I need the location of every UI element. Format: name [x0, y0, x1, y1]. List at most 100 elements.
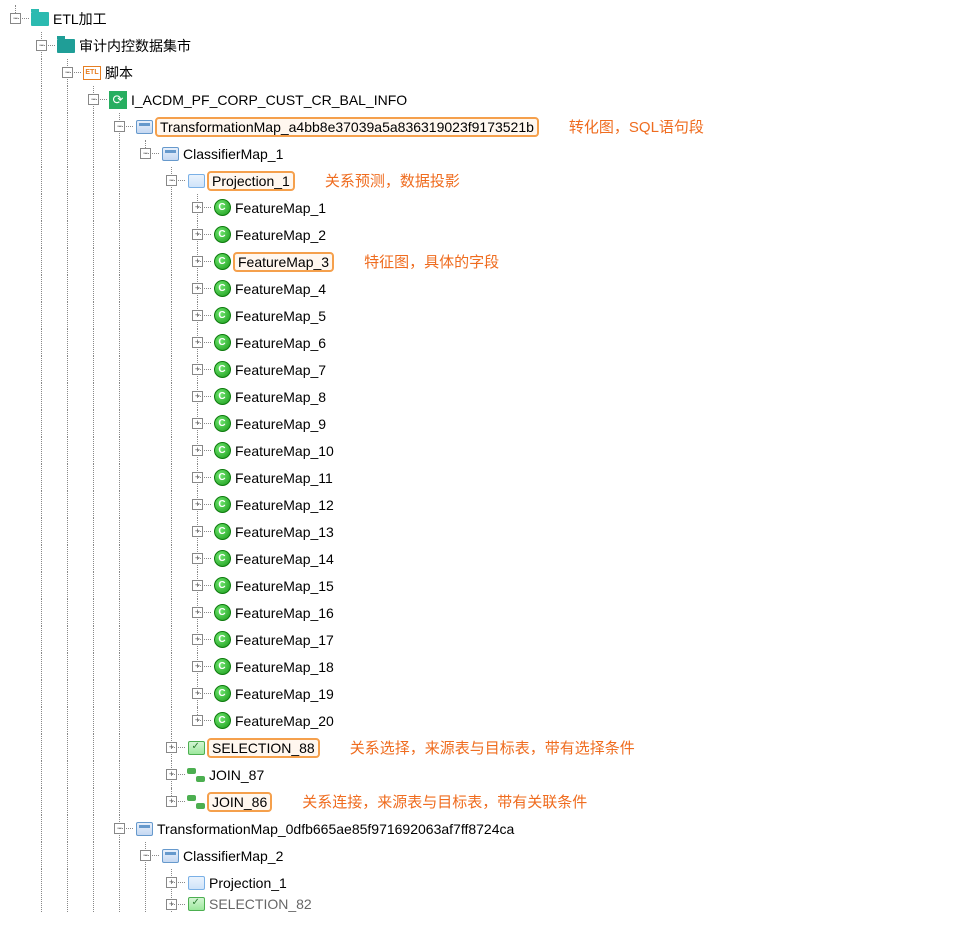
tree-node-join[interactable]: + JOIN_86 关系连接，来源表与目标表，带有关联条件 [5, 788, 975, 815]
expand-icon[interactable]: + [192, 202, 203, 213]
node-label: FeatureMap_17 [233, 631, 336, 649]
node-label: FeatureMap_2 [233, 226, 328, 244]
annotation: 特征图，具体的字段 [364, 251, 499, 272]
collapse-icon[interactable]: − [88, 94, 99, 105]
feature-icon: C [213, 334, 231, 352]
node-label: 脚本 [103, 62, 135, 84]
node-label: I_ACDM_PF_CORP_CUST_CR_BAL_INFO [129, 91, 409, 109]
node-label: SELECTION_82 [207, 896, 314, 912]
expand-icon[interactable]: + [192, 688, 203, 699]
feature-icon: C [213, 550, 231, 568]
tree-node[interactable]: − ETL 脚本 [5, 59, 975, 86]
collapse-icon[interactable]: − [36, 40, 47, 51]
expand-icon[interactable]: + [166, 742, 177, 753]
expand-icon[interactable]: + [192, 499, 203, 510]
node-label: FeatureMap_3 [233, 252, 334, 272]
tree-node-feature-map[interactable]: +CFeatureMap_11 [5, 464, 975, 491]
node-label: FeatureMap_20 [233, 712, 336, 730]
feature-icon: C [213, 280, 231, 298]
node-label: SELECTION_88 [207, 738, 320, 758]
feature-icon: C [213, 631, 231, 649]
collapse-icon[interactable]: − [114, 121, 125, 132]
tree-node[interactable]: − ClassifierMap_1 [5, 140, 975, 167]
expand-icon[interactable]: + [192, 526, 203, 537]
expand-icon[interactable]: + [192, 418, 203, 429]
expand-icon[interactable]: + [192, 391, 203, 402]
tree-node-root[interactable]: − ETL加工 [5, 5, 975, 32]
tree-node-feature-map[interactable]: + CFeatureMap_20 [5, 707, 975, 734]
collapse-icon[interactable]: − [114, 823, 125, 834]
tree-node[interactable]: − 审计内控数据集市 [5, 32, 975, 59]
tree-node-feature-map[interactable]: +CFeatureMap_16 [5, 599, 975, 626]
expand-icon[interactable]: + [192, 337, 203, 348]
map-icon [161, 145, 179, 163]
annotation: 关系选择，来源表与目标表，带有选择条件 [350, 737, 635, 758]
collapse-icon[interactable]: − [62, 67, 73, 78]
tree-node-selection[interactable]: + SELECTION_82 [5, 896, 975, 912]
expand-icon[interactable]: + [192, 364, 203, 375]
tree-node-projection[interactable]: − Projection_1 关系预测，数据投影 [5, 167, 975, 194]
tree-node-feature-map[interactable]: +CFeatureMap_10 [5, 437, 975, 464]
expand-icon[interactable]: + [192, 283, 203, 294]
selection-icon [187, 739, 205, 757]
expand-icon[interactable]: + [192, 445, 203, 456]
expand-icon[interactable]: + [192, 634, 203, 645]
collapse-icon[interactable]: − [140, 148, 151, 159]
tree-node-feature-map[interactable]: + CFeatureMap_3 特征图，具体的字段 [5, 248, 975, 275]
tree-node-feature-map[interactable]: +CFeatureMap_12 [5, 491, 975, 518]
tree-node-feature-map[interactable]: +CFeatureMap_2 [5, 221, 975, 248]
expand-icon[interactable]: + [192, 607, 203, 618]
node-label: ETL加工 [51, 8, 109, 30]
node-label: FeatureMap_8 [233, 388, 328, 406]
collapse-icon[interactable]: − [166, 175, 177, 186]
tree-node-feature-map[interactable]: + CFeatureMap_6 [5, 329, 975, 356]
collapse-icon[interactable]: − [140, 850, 151, 861]
node-label: FeatureMap_6 [233, 334, 328, 352]
node-label: ClassifierMap_1 [181, 145, 285, 163]
tree-node-feature-map[interactable]: +CFeatureMap_19 [5, 680, 975, 707]
node-label: FeatureMap_10 [233, 442, 336, 460]
tree-node-join[interactable]: + JOIN_87 [5, 761, 975, 788]
expand-icon[interactable]: + [192, 310, 203, 321]
node-label: TransformationMap_0dfb665ae85f971692063a… [155, 820, 516, 838]
tree-node-feature-map[interactable]: +CFeatureMap_5 [5, 302, 975, 329]
tree-view: − ETL加工 − 审计内控数据集市 − ETL 脚本 − ⟳ I_ACDM_P… [5, 5, 975, 912]
tree-node[interactable]: − ClassifierMap_2 [5, 842, 975, 869]
tree-node-feature-map[interactable]: +CFeatureMap_13 [5, 518, 975, 545]
projection-icon [187, 874, 205, 892]
expand-icon[interactable]: + [192, 472, 203, 483]
expand-icon[interactable]: + [166, 769, 177, 780]
tree-node-feature-map[interactable]: +CFeatureMap_14 [5, 545, 975, 572]
tree-node-feature-map[interactable]: +CFeatureMap_15 [5, 572, 975, 599]
tree-node-feature-map[interactable]: +CFeatureMap_9 [5, 410, 975, 437]
expand-icon[interactable]: + [192, 229, 203, 240]
tree-node[interactable]: − ⟳ I_ACDM_PF_CORP_CUST_CR_BAL_INFO [5, 86, 975, 113]
tree-node-feature-map[interactable]: +CFeatureMap_18 [5, 653, 975, 680]
tree-node-selection[interactable]: + SELECTION_88 关系选择，来源表与目标表，带有选择条件 [5, 734, 975, 761]
expand-icon[interactable]: + [192, 715, 203, 726]
tree-node-transformation-map[interactable]: − TransformationMap_0dfb665ae85f97169206… [5, 815, 975, 842]
expand-icon[interactable]: + [192, 553, 203, 564]
expand-icon[interactable]: + [192, 256, 203, 267]
feature-icon: C [213, 307, 231, 325]
collapse-icon[interactable]: − [10, 13, 21, 24]
tree-node-feature-map[interactable]: +CFeatureMap_8 [5, 383, 975, 410]
node-label: FeatureMap_15 [233, 577, 336, 595]
tree-node-feature-map[interactable]: + CFeatureMap_17 [5, 626, 975, 653]
tree-node-transformation-map[interactable]: − TransformationMap_a4bb8e37039a5a836319… [5, 113, 975, 140]
node-label: ClassifierMap_2 [181, 847, 285, 865]
expand-icon[interactable]: + [166, 899, 177, 910]
expand-icon[interactable]: + [192, 661, 203, 672]
tree-node-feature-map[interactable]: +CFeatureMap_4 [5, 275, 975, 302]
tree-node-projection[interactable]: + Projection_1 [5, 869, 975, 896]
etl-icon: ETL [83, 64, 101, 82]
feature-icon: C [213, 253, 231, 271]
feature-icon: C [213, 712, 231, 730]
node-label: FeatureMap_12 [233, 496, 336, 514]
tree-node-feature-map[interactable]: +CFeatureMap_1 [5, 194, 975, 221]
expand-icon[interactable]: + [192, 580, 203, 591]
expand-icon[interactable]: + [166, 877, 177, 888]
expand-icon[interactable]: + [166, 796, 177, 807]
node-label: JOIN_86 [207, 792, 272, 812]
tree-node-feature-map[interactable]: +CFeatureMap_7 [5, 356, 975, 383]
